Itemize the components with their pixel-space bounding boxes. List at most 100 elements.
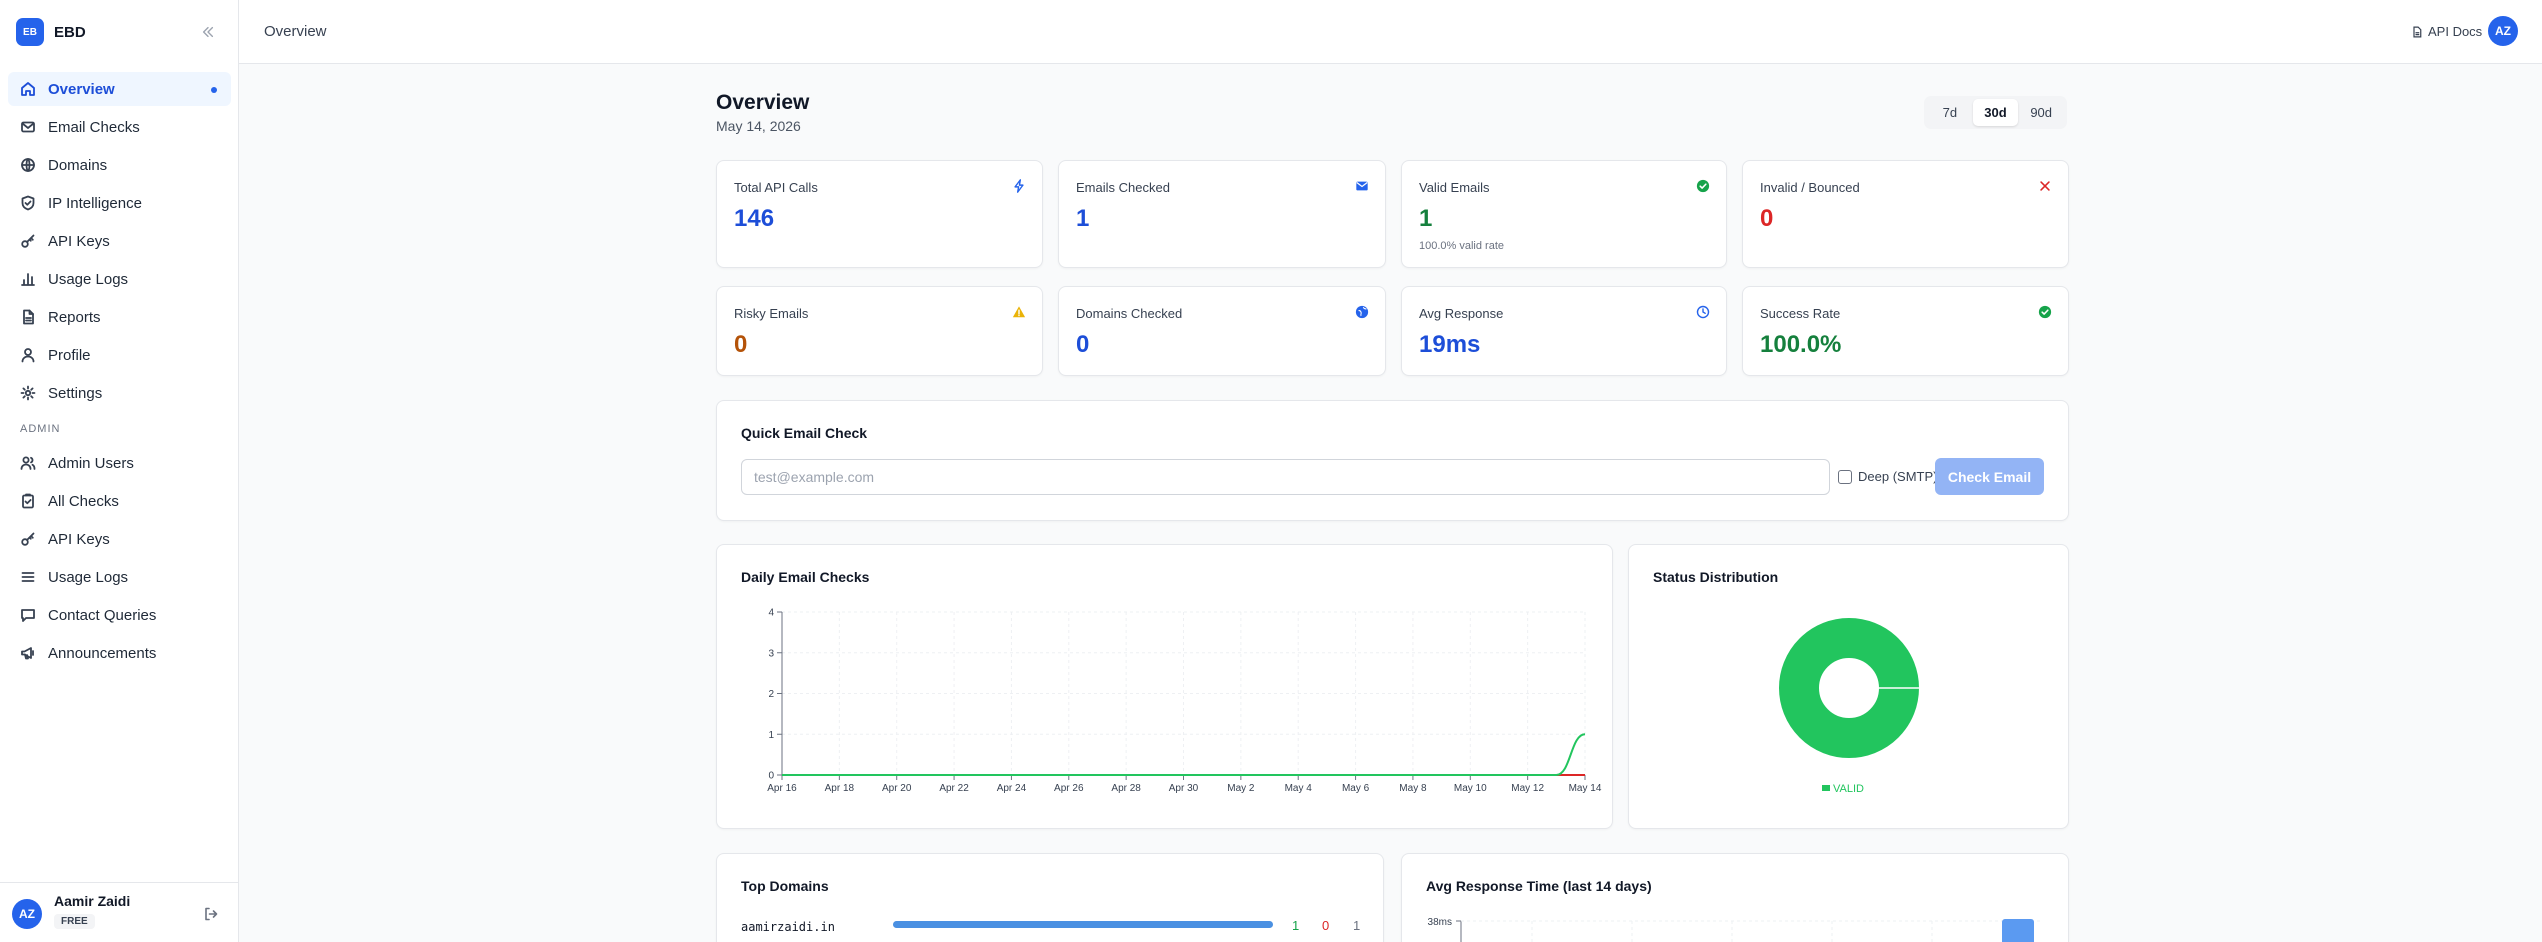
sidebar-item-label: Usage Logs [48, 270, 129, 288]
double-chevron-left-icon [202, 26, 214, 38]
avatar[interactable]: AZ [12, 899, 42, 929]
sidebar-item-api-keys[interactable]: API Keys [8, 224, 231, 258]
deep-smtp-toggle[interactable]: Deep (SMTP) [1838, 469, 1937, 484]
stat-card-risky-emails: Risky Emails 0 [716, 286, 1043, 376]
sidebar-item-settings[interactable]: Settings [8, 376, 231, 410]
key-icon [21, 532, 35, 546]
daily-email-checks-chart: Apr 16 Apr 18 Apr 20 Apr 22 Apr 24 Apr 26 Apr … [767, 608, 1602, 795]
x-tick-label: May 10 [1454, 783, 1487, 794]
stat-label: Emails Checked [1076, 180, 1170, 195]
warning-icon [1012, 306, 1026, 318]
stat-label: Invalid / Bounced [1760, 180, 1860, 195]
api-docs-link[interactable]: API Docs [2411, 24, 2482, 39]
sidebar-item-all-checks[interactable]: All Checks [8, 484, 231, 518]
users-icon [20, 456, 36, 470]
list-icon [21, 572, 35, 582]
home-icon [21, 82, 35, 96]
megaphone-icon [21, 647, 34, 660]
stat-label: Total API Calls [734, 180, 818, 195]
y-tick-label: 0 [768, 771, 774, 782]
user-name: Aamir Zaidi [54, 893, 131, 909]
response-bar[interactable] [2002, 919, 2034, 942]
page-title: Overview [716, 91, 810, 114]
range-selector: 7d 30d 90d [1924, 96, 2067, 129]
header-avatar[interactable]: AZ [2488, 16, 2518, 46]
domain-name: aamirzaidi.in [741, 920, 835, 934]
mail-icon [21, 121, 35, 133]
stat-label: Valid Emails [1419, 180, 1490, 195]
logout-icon[interactable] [203, 906, 219, 922]
x-tick-label: May 6 [1342, 783, 1370, 794]
range-tab-90d[interactable]: 90d [2018, 99, 2064, 126]
deep-smtp-checkbox[interactable] [1838, 469, 1852, 484]
stat-card-avg-response: Avg Response 19ms [1401, 286, 1727, 376]
legend-swatch [1822, 785, 1830, 791]
x-tick-label: May 8 [1399, 783, 1427, 794]
sidebar-item-label: Overview [48, 80, 115, 98]
sidebar-item-announcements[interactable]: Announcements [8, 636, 231, 670]
x-tick-label: May 2 [1227, 783, 1255, 794]
gear-icon [20, 385, 36, 401]
stat-label: Risky Emails [734, 306, 809, 321]
sidebar-item-profile[interactable]: Profile [8, 338, 231, 372]
sidebar-item-label: Settings [48, 384, 103, 402]
domain-valid-count: 1 [1292, 918, 1300, 933]
sidebar-item-label: Usage Logs [48, 568, 129, 586]
range-tab-30d[interactable]: 30d [1972, 99, 2019, 126]
x-tick-label: May 12 [1511, 783, 1544, 794]
x-icon [2040, 181, 2050, 191]
stat-value: 0 [1760, 205, 1774, 232]
brand-logo: EB [16, 18, 44, 46]
top-domains-card: Top Domains aamirzaidi.in 1 0 1 [716, 853, 1384, 942]
mail-icon [1356, 181, 1368, 191]
legend-label: VALID [1833, 783, 1864, 795]
range-tab-7d[interactable]: 7d [1927, 99, 1973, 126]
sidebar-item-label: API Keys [48, 232, 110, 250]
sidebar-item-admin-users[interactable]: Admin Users [8, 446, 231, 480]
stat-value: 0 [1076, 331, 1090, 358]
x-tick-label: Apr 24 [997, 783, 1027, 794]
document-icon [2413, 26, 2422, 37]
message-icon [21, 609, 35, 622]
sidebar-item-reports[interactable]: Reports [8, 300, 231, 334]
sidebar-item-usage-logs[interactable]: Usage Logs [8, 262, 231, 296]
sidebar-item-email-checks[interactable]: Email Checks [8, 110, 231, 144]
y-tick-label: 3 [768, 648, 774, 659]
stat-card-invalid-bounced: Invalid / Bounced 0 [1742, 160, 2069, 268]
deep-smtp-label: Deep (SMTP) [1858, 469, 1938, 484]
sidebar-item-label: API Keys [48, 530, 110, 548]
check-email-button[interactable]: Check Email [1935, 458, 2044, 495]
brand-name: EBD [54, 23, 86, 41]
api-docs-label: API Docs [2428, 24, 2483, 39]
sidebar-item-label: Domains [48, 156, 108, 174]
x-tick-label: Apr 28 [1111, 783, 1141, 794]
x-tick-label: Apr 26 [1054, 783, 1084, 794]
domain-share-fill [893, 921, 1273, 928]
sidebar-item-admin-api-keys[interactable]: API Keys [8, 522, 231, 556]
sidebar-item-admin-usage-logs[interactable]: Usage Logs [8, 560, 231, 594]
y-tick-label: 4 [768, 608, 774, 619]
sidebar-item-label: Admin Users [48, 454, 134, 472]
stat-value: 0 [734, 331, 748, 358]
file-icon [23, 309, 34, 325]
sidebar-item-contact-queries[interactable]: Contact Queries [8, 598, 231, 632]
domain-share-bar [893, 921, 1273, 928]
email-input[interactable] [741, 459, 1830, 495]
sidebar-item-overview[interactable]: Overview [8, 72, 231, 106]
sidebar-nav: Overview Email Checks Domains IP Intelli… [8, 72, 231, 674]
sidebar-item-label: Profile [48, 346, 91, 364]
x-tick-label: Apr 30 [1169, 783, 1199, 794]
brand[interactable]: EB EBD [16, 18, 86, 46]
stat-card-domains-checked: Domains Checked 0 [1058, 286, 1386, 376]
check-circle-icon [1696, 179, 1710, 193]
sidebar-item-ip-intelligence[interactable]: IP Intelligence [8, 186, 231, 220]
avg-response-card: Avg Response Time (last 14 days) 38ms [1401, 853, 2069, 942]
quick-email-check-card: Quick Email Check Deep (SMTP) Check Emai… [716, 400, 2069, 521]
avg-response-chart: 38ms [1428, 917, 2042, 942]
sidebar-item-domains[interactable]: Domains [8, 148, 231, 182]
topbar: Overview API Docs AZ [239, 0, 2542, 64]
collapse-sidebar-button[interactable] [198, 22, 218, 42]
clock-icon [1696, 305, 1710, 319]
breadcrumb: Overview [264, 23, 327, 40]
stat-label: Avg Response [1419, 306, 1504, 321]
